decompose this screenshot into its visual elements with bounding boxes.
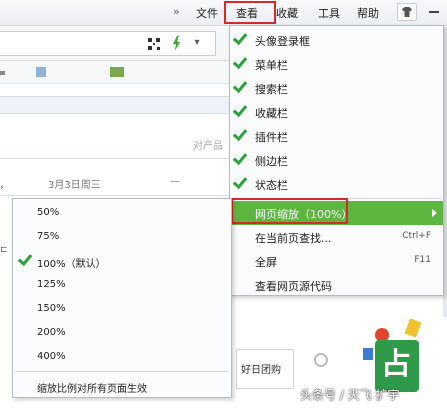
minimize-icon[interactable] xyxy=(429,11,439,13)
menu-item-statusbar[interactable]: 状态栏 xyxy=(230,172,443,196)
menu-item-label: 在当前页查找... xyxy=(255,232,332,245)
menu-item-favorites-bar[interactable]: 收藏栏 xyxy=(230,100,443,124)
zoom-annotation-box xyxy=(231,198,348,224)
zoom-option-400[interactable]: 400% xyxy=(13,345,231,369)
zoom-option-150[interactable]: 150% xyxy=(13,297,231,321)
checkmark-icon xyxy=(235,153,248,163)
menu-item-searchbar[interactable]: 搜索栏 xyxy=(230,76,443,100)
menu-item-label: 状态栏 xyxy=(255,179,288,192)
zoom-option-75[interactable]: 75% xyxy=(13,225,231,249)
content-marker: ⊏ xyxy=(0,245,8,255)
zoom-option-50[interactable]: 50% xyxy=(13,201,231,225)
divider xyxy=(0,158,230,159)
menu-favorites[interactable]: 收藏 xyxy=(276,5,298,21)
bookmark-icon[interactable] xyxy=(110,67,124,77)
zoom-submenu: 50% 75% 100%（默认） 125% 150% 200% 400% 缩放比… xyxy=(12,198,232,398)
menu-item-view-source[interactable]: 查看网页源代码 xyxy=(230,273,443,297)
checkmark-icon xyxy=(235,33,248,43)
bookmark-icon[interactable] xyxy=(36,67,46,77)
chevron-right-icon xyxy=(432,209,437,217)
menu-tools[interactable]: 工具 xyxy=(318,5,340,21)
zoom-option-label: 50% xyxy=(37,207,60,218)
checkmark-icon xyxy=(235,81,248,91)
zoom-option-125[interactable]: 125% xyxy=(13,273,231,297)
content-date-fragment: 3月3日周三 xyxy=(48,180,101,191)
zoom-option-label: 150% xyxy=(37,303,66,314)
menu-item-sidebar[interactable]: 侧边栏 xyxy=(230,148,443,172)
content-text-fragment: 对产品 xyxy=(193,141,223,152)
speed-mode-icon[interactable] xyxy=(172,36,181,51)
zoom-option-label: 缩放比例对所有页面生效 xyxy=(37,384,147,395)
menu-item-label: 查看网页源代码 xyxy=(255,280,332,293)
menu-item-menubar[interactable]: 菜单栏 xyxy=(230,52,443,76)
checkmark-icon xyxy=(235,57,248,67)
menu-item-shortcut: Ctrl+F xyxy=(402,231,431,241)
decor-shape xyxy=(363,348,373,360)
skin-button[interactable] xyxy=(397,3,417,21)
view-menu-annotation-box xyxy=(224,1,276,24)
bookmark-item[interactable] xyxy=(0,71,5,75)
menu-item-label: 搜索栏 xyxy=(255,83,288,96)
group-deal-label: 好日团购 xyxy=(241,365,281,376)
zoom-option-label: 200% xyxy=(37,327,66,338)
menu-separator xyxy=(15,371,229,372)
address-bar: ▾ xyxy=(0,27,230,61)
chevron-down-icon[interactable]: ▾ xyxy=(190,36,204,50)
menu-item-avatar-login[interactable]: 头像登录框 xyxy=(230,28,443,52)
content-marker: › xyxy=(0,183,4,193)
bookmarks-bar xyxy=(0,62,230,84)
view-menu: 头像登录框 菜单栏 搜索栏 收藏栏 插件栏 侧边栏 状态栏 网页缩放（100%）… xyxy=(229,25,444,296)
menu-item-label: 头像登录框 xyxy=(255,35,310,48)
circle-icon xyxy=(314,353,328,367)
decor-shape xyxy=(404,318,422,338)
address-field[interactable]: ▾ xyxy=(0,31,216,56)
menu-file[interactable]: 文件 xyxy=(196,5,218,21)
menu-item-fullscreen[interactable]: 全屏 F11 xyxy=(230,249,443,273)
checkmark-icon xyxy=(235,105,248,115)
zoom-option-100[interactable]: 100%（默认） xyxy=(13,249,231,273)
menu-item-label: 菜单栏 xyxy=(255,59,288,72)
menu-item-label: 全屏 xyxy=(255,256,277,269)
checkmark-icon xyxy=(235,129,248,139)
festive-glyph: 占 xyxy=(381,347,411,382)
menu-item-shortcut: F11 xyxy=(414,255,431,265)
menu-item-label: 插件栏 xyxy=(255,131,288,144)
zoom-option-200[interactable]: 200% xyxy=(13,321,231,345)
menu-item-find-in-page[interactable]: 在当前页查找... Ctrl+F xyxy=(230,225,443,249)
menu-item-label: 收藏栏 xyxy=(255,107,288,120)
menu-item-plugin-bar[interactable]: 插件栏 xyxy=(230,124,443,148)
menu-item-label: 侧边栏 xyxy=(255,155,288,168)
watermark: 头条号 / 天飞 扩宇 xyxy=(300,388,400,402)
checkmark-icon xyxy=(20,254,33,264)
qr-code-icon[interactable] xyxy=(148,38,160,50)
menu-overflow-chevron[interactable]: » xyxy=(173,5,180,18)
content-header-strip xyxy=(0,96,230,114)
zoom-option-label: 100%（默认） xyxy=(37,259,106,270)
zoom-apply-all-pages[interactable]: 缩放比例对所有页面生效 xyxy=(13,374,231,398)
zoom-option-label: 125% xyxy=(37,279,66,290)
group-deal-card[interactable]: 好日团购 xyxy=(236,349,294,389)
checkmark-icon xyxy=(235,177,248,187)
tshirt-icon xyxy=(402,7,412,17)
menu-help[interactable]: 帮助 xyxy=(357,5,379,21)
zoom-option-label: 75% xyxy=(37,231,60,242)
zoom-option-label: 400% xyxy=(37,351,66,362)
content-dash: — xyxy=(170,176,180,187)
